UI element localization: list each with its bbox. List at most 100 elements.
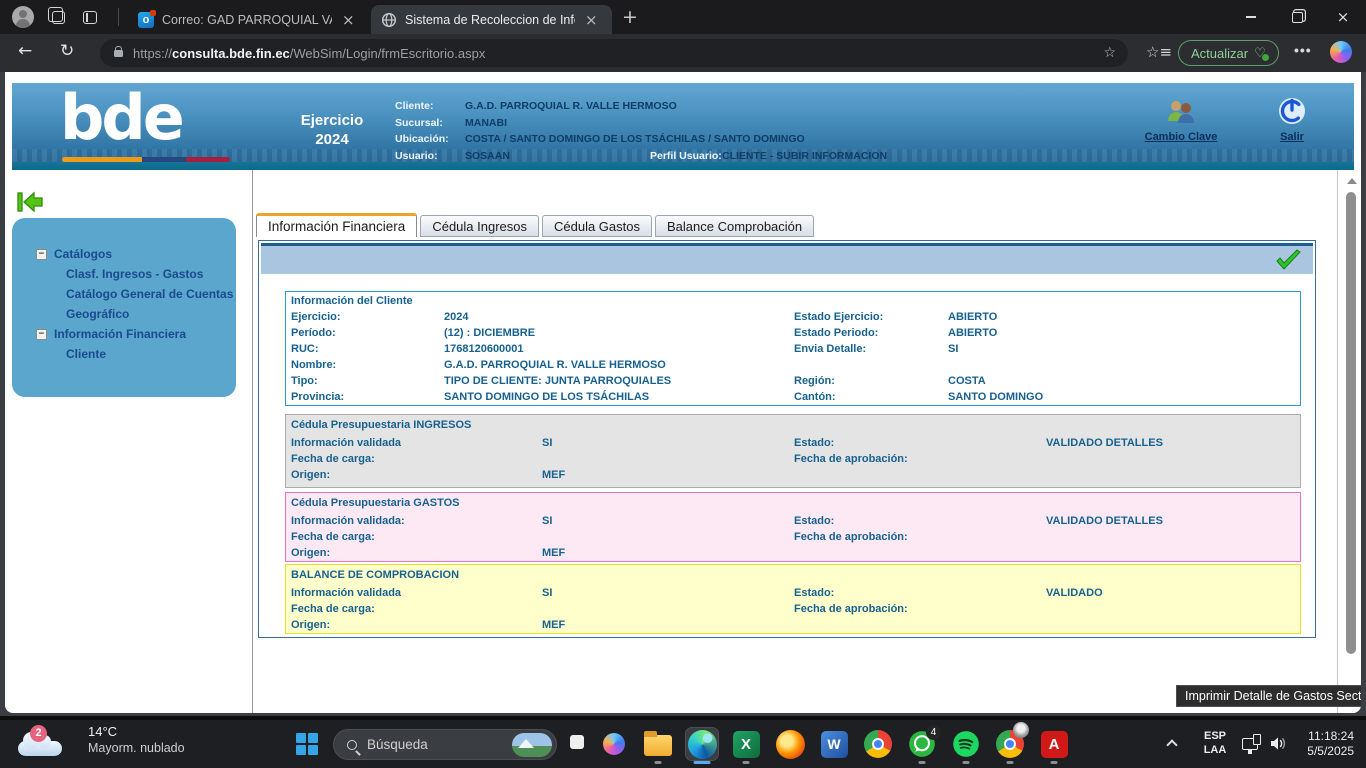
word-icon[interactable]: W — [818, 728, 850, 760]
task-view-button[interactable] — [570, 735, 584, 749]
page-scrollbar[interactable] — [1343, 170, 1361, 713]
browser-toolbar: ← ↻ https://consulta.bde.fin.ec/WebSim/L… — [0, 34, 1366, 72]
field-value: MEF — [542, 547, 565, 559]
language-indicator[interactable]: ESP LAA — [1200, 729, 1230, 757]
usuario-value: SOSAAN — [465, 150, 650, 162]
clock[interactable]: 11:18:24 5/5/2025 — [1307, 729, 1354, 759]
actualizar-button[interactable]: Actualizar ♡ — [1178, 40, 1279, 66]
divider — [252, 170, 253, 713]
field-label: Provincia: — [291, 391, 344, 403]
network-icon[interactable] — [1242, 738, 1258, 750]
tree-item-cliente[interactable]: Cliente — [12, 344, 236, 364]
scrollbar-thumb[interactable] — [1346, 192, 1356, 654]
field-label: Estado Ejercicio: — [794, 311, 883, 323]
chrome-icon[interactable] — [862, 728, 894, 760]
edge-icon[interactable] — [686, 728, 718, 760]
field-value: MEF — [542, 469, 565, 481]
field-value: SI — [948, 343, 958, 355]
field-label: Fecha de aprobación: — [794, 603, 908, 615]
browser-titlebar: o Correo: GAD PARROQUIAL VALLE × Sistema… — [0, 0, 1366, 34]
globe-icon — [381, 12, 397, 28]
field-value: (12) : DICIEMBRE — [444, 327, 535, 339]
back-icon[interactable]: ← — [18, 41, 32, 61]
tab-balance-comprobacion[interactable]: Balance Comprobación — [655, 215, 814, 237]
start-button[interactable] — [296, 733, 318, 755]
tab-cedula-ingresos[interactable]: Cédula Ingresos — [420, 215, 539, 237]
ubicacion-value: COSTA / SANTO DOMINGO DE LOS TSÁCHILAS /… — [465, 133, 805, 145]
field-label: Fecha de aprobación: — [794, 531, 908, 543]
tree-item-catalogo-general-cuentas[interactable]: Catálogo General de Cuentas — [12, 284, 236, 304]
browser-tab-sistema[interactable]: Sistema de Recoleccion de Inform × — [371, 5, 612, 34]
field-label: Estado: — [794, 437, 834, 449]
cliente-value: G.A.D. PARROQUIAL R. VALLE HERMOSO — [465, 100, 677, 112]
collapse-icon[interactable]: − — [36, 329, 47, 340]
field-label: RUC: — [291, 343, 319, 355]
tooltip: Imprimir Detalle de Gastos Sector — [1176, 685, 1361, 707]
field-value: ABIERTO — [948, 311, 997, 323]
power-icon — [1278, 97, 1306, 125]
field-label: Origen: — [291, 547, 330, 559]
minimize-button[interactable] — [1228, 0, 1274, 34]
field-value: SI — [542, 587, 552, 599]
cambio-clave-link[interactable]: Cambio Clave — [1133, 99, 1229, 143]
financial-info-container: Información del Cliente Ejercicio: 2024 … — [258, 240, 1316, 638]
field-label: Fecha de carga: — [291, 531, 375, 543]
whatsapp-icon[interactable]: 4 — [906, 728, 938, 760]
cedula-ingresos-panel: Cédula Presupuestaria INGRESOS Informaci… — [285, 414, 1301, 488]
menu-dots-icon[interactable]: ••• — [1294, 42, 1312, 58]
scroll-up-arrow[interactable] — [1347, 178, 1357, 184]
tree-node-catalogos[interactable]: − Catálogos — [12, 244, 236, 264]
address-bar[interactable]: https://consulta.bde.fin.ec/WebSim/Login… — [100, 39, 1128, 67]
field-label: Origen: — [291, 619, 330, 631]
divider — [1337, 170, 1338, 713]
tray-chevron-icon[interactable] — [1166, 739, 1177, 750]
search-label: Búsqueda — [367, 737, 428, 752]
firefox-icon[interactable] — [774, 728, 806, 760]
usuario-label: Usuario: — [395, 150, 465, 162]
browser-tab-correo[interactable]: o Correo: GAD PARROQUIAL VALLE × — [128, 5, 368, 34]
close-window-button[interactable]: × — [1320, 0, 1366, 34]
field-label: Estado: — [794, 515, 834, 527]
new-tab-button[interactable]: + — [622, 6, 638, 28]
panel-title: Cédula Presupuestaria GASTOS — [291, 497, 460, 509]
bookmark-star-icon[interactable]: ☆ — [1103, 45, 1116, 61]
field-value: SI — [542, 515, 552, 527]
field-value: SANTO DOMINGO DE LOS TSÁCHILAS — [444, 391, 649, 403]
close-icon[interactable]: × — [340, 11, 357, 29]
weather-condition: Mayorm. nublado — [88, 740, 185, 756]
collapse-icon[interactable]: − — [36, 249, 47, 260]
acrobat-icon[interactable]: A — [1038, 728, 1070, 760]
chrome-profile-icon[interactable] — [994, 728, 1026, 760]
sidebar: − Catálogos Clasf. Ingresos - Gastos Cat… — [12, 218, 236, 397]
weather-widget[interactable]: 2 14°C Mayorm. nublado — [18, 724, 185, 756]
restore-button[interactable] — [1274, 0, 1320, 34]
field-value: VALIDADO DETALLES — [1046, 515, 1163, 527]
spotify-icon[interactable] — [950, 728, 982, 760]
taskbar-apps: X W 4 — [598, 728, 1070, 760]
copilot-icon[interactable] — [1330, 41, 1352, 63]
profile-avatar[interactable] — [12, 6, 34, 28]
excel-icon[interactable]: X — [730, 728, 762, 760]
tab-actions-icon[interactable] — [83, 11, 97, 24]
volume-icon[interactable] — [1270, 736, 1288, 751]
weather-badge: 2 — [30, 725, 47, 742]
tab-cedula-gastos[interactable]: Cédula Gastos — [542, 215, 652, 237]
favorites-icon[interactable]: ☆≡ — [1146, 43, 1172, 61]
copilot-taskbar-icon[interactable] — [598, 728, 630, 760]
weather-temp: 14°C — [88, 724, 185, 740]
tray-date: 5/5/2025 — [1307, 744, 1354, 759]
green-check-icon[interactable] — [1273, 248, 1303, 274]
search-highlight-image[interactable] — [512, 733, 552, 757]
file-explorer-icon[interactable] — [642, 728, 674, 760]
tree-node-informacion-financiera[interactable]: − Información Financiera — [12, 324, 236, 344]
tab-informacion-financiera[interactable]: Información Financiera — [256, 213, 417, 237]
workspaces-icon[interactable] — [52, 11, 65, 24]
collapse-menu-arrow-icon[interactable] — [16, 190, 44, 214]
tree-item-geografico[interactable]: Geográfico — [12, 304, 236, 324]
salir-link[interactable]: Salir — [1264, 97, 1320, 143]
tray-time: 11:18:24 — [1307, 729, 1354, 744]
tree-item-clasf-ingresos-gastos[interactable]: Clasf. Ingresos - Gastos — [12, 264, 236, 284]
refresh-icon[interactable]: ↻ — [60, 41, 74, 61]
search-box[interactable]: Búsqueda — [333, 729, 557, 760]
close-icon[interactable]: × — [583, 11, 600, 29]
